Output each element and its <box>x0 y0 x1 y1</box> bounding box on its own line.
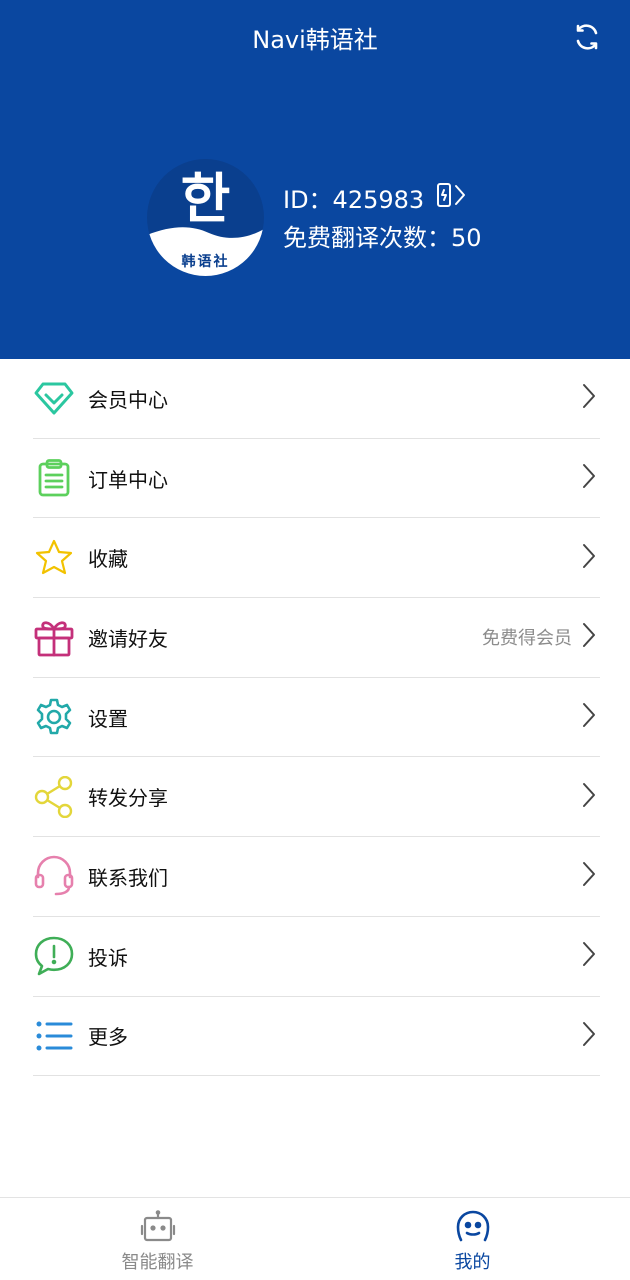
menu-item-contact-us[interactable]: 联系我们 <box>33 837 600 917</box>
chevron-right-icon <box>582 543 596 573</box>
chevron-right-icon <box>582 1021 596 1051</box>
menu-item-label: 会员中心 <box>88 387 168 412</box>
avatar-glyph: 한 <box>180 167 231 230</box>
menu-item-label: 设置 <box>88 706 128 731</box>
chevron-right-icon <box>582 861 596 891</box>
phone-bind-icon <box>436 182 468 218</box>
menu-item-share[interactable]: 转发分享 <box>33 757 600 838</box>
menu-item-membership[interactable]: 会员中心 <box>33 359 600 439</box>
clipboard-icon <box>33 457 75 499</box>
user-smile-icon <box>456 1210 490 1244</box>
star-icon <box>33 537 75 579</box>
alert-chat-icon <box>33 935 75 977</box>
menu-item-label: 投诉 <box>88 945 128 970</box>
refresh-button[interactable] <box>568 20 606 58</box>
invite-hint: 免费得会员 <box>482 628 572 650</box>
chevron-right-icon <box>582 782 596 812</box>
user-id-text: ID：425983 <box>283 186 425 214</box>
menu-list: 会员中心 订单中心 收藏 邀请好友 免费得会员 设置 转发分享 联系我们 投诉 … <box>33 359 600 1077</box>
gift-icon <box>33 616 75 658</box>
free-translation-count: 免费翻译次数：50 <box>283 224 482 252</box>
chevron-right-icon <box>582 622 596 652</box>
menu-item-label: 联系我们 <box>88 865 168 890</box>
tab-label: 智能翻译 <box>121 1252 194 1273</box>
chevron-right-icon <box>582 702 596 732</box>
avatar[interactable]: 한 韩语社 <box>147 159 264 276</box>
tab-me[interactable]: 我的 <box>315 1198 630 1280</box>
menu-item-label: 订单中心 <box>88 467 168 492</box>
robot-icon <box>140 1210 176 1244</box>
bottom-tab-bar: 智能翻译 我的 <box>0 1197 630 1280</box>
diamond-icon <box>33 377 75 419</box>
menu-item-complaint[interactable]: 投诉 <box>33 917 600 997</box>
menu-item-more[interactable]: 更多 <box>33 997 600 1077</box>
menu-item-favorites[interactable]: 收藏 <box>33 518 600 599</box>
share-icon <box>33 775 75 818</box>
chevron-right-icon <box>582 383 596 413</box>
avatar-caption: 韩语社 <box>181 254 230 270</box>
headset-icon <box>33 855 75 897</box>
tab-label: 我的 <box>454 1252 491 1273</box>
profile-header: Navi韩语社 한 韩语社 ID：425983 免费翻译次数：50 <box>0 0 630 359</box>
chevron-right-icon <box>582 463 596 493</box>
app-title: Navi韩语社 <box>252 26 378 54</box>
menu-item-label: 邀请好友 <box>88 626 168 651</box>
user-id: ID：425983 <box>283 182 468 218</box>
gear-icon <box>33 696 75 738</box>
list-icon <box>33 1015 75 1057</box>
menu-item-label: 转发分享 <box>88 786 168 811</box>
menu-item-settings[interactable]: 设置 <box>33 678 600 758</box>
bind-phone-button[interactable] <box>436 182 468 218</box>
chevron-right-icon <box>582 941 596 971</box>
menu-item-orders[interactable]: 订单中心 <box>33 439 600 519</box>
menu-item-invite-friends[interactable]: 邀请好友 免费得会员 <box>33 598 600 678</box>
tab-smart-translate[interactable]: 智能翻译 <box>0 1198 315 1280</box>
refresh-icon <box>572 22 602 56</box>
menu-item-label: 更多 <box>88 1025 128 1050</box>
menu-item-label: 收藏 <box>88 547 128 572</box>
